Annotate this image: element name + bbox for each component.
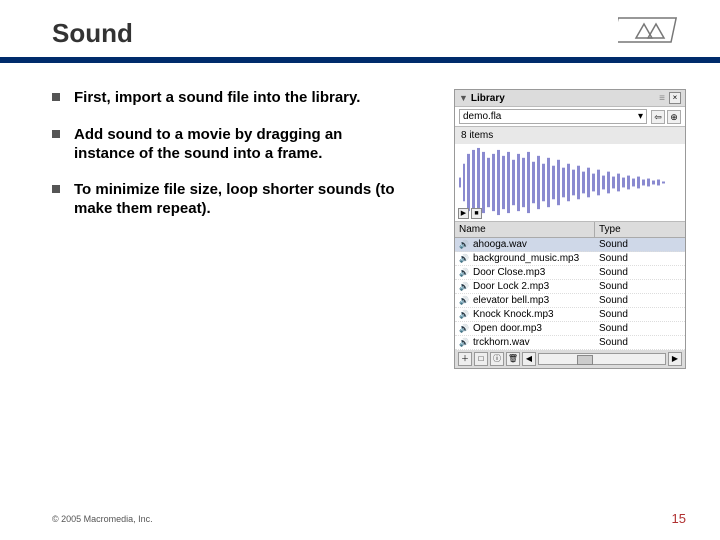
document-name: demo.fla: [463, 111, 501, 122]
sound-icon: 🔊: [455, 296, 473, 305]
sound-icon: 🔊: [455, 254, 473, 263]
page-number: 15: [672, 511, 686, 526]
close-icon[interactable]: ×: [669, 92, 681, 104]
item-type: Sound: [595, 253, 685, 264]
library-panel: ▼ Library ≡ × demo.fla ▾ ⇦ ⊕ 8 items: [454, 89, 686, 369]
library-item[interactable]: 🔊elevator bell.mp3Sound: [455, 294, 685, 308]
item-type: Sound: [595, 239, 685, 250]
column-headers[interactable]: Name Type: [455, 222, 685, 238]
delete-button[interactable]: 🗑: [506, 352, 520, 366]
item-type: Sound: [595, 267, 685, 278]
column-type[interactable]: Type: [595, 222, 685, 237]
item-type: Sound: [595, 281, 685, 292]
waveform-preview: ▶ ■: [455, 144, 685, 222]
item-type: Sound: [595, 309, 685, 320]
library-item[interactable]: 🔊Door Close.mp3Sound: [455, 266, 685, 280]
sound-icon: 🔊: [455, 282, 473, 291]
item-type: Sound: [595, 323, 685, 334]
item-name: Open door.mp3: [473, 323, 595, 334]
sound-icon: 🔊: [455, 324, 473, 333]
bullet-icon: [52, 93, 60, 101]
disclosure-triangle-icon[interactable]: ▼: [459, 93, 468, 103]
nav-prev-button[interactable]: ⇦: [651, 110, 665, 124]
document-select[interactable]: demo.fla ▾: [459, 109, 647, 124]
item-name: background_music.mp3: [473, 253, 595, 264]
panel-title: Library: [471, 93, 659, 104]
item-type: Sound: [595, 295, 685, 306]
list-item: To minimize file size, loop shorter soun…: [52, 181, 400, 219]
library-item[interactable]: 🔊trckhorn.wavSound: [455, 336, 685, 350]
library-item[interactable]: 🔊ahooga.wavSound: [455, 238, 685, 252]
item-name: Door Close.mp3: [473, 267, 595, 278]
chevron-down-icon: ▾: [638, 111, 643, 122]
item-name: ahooga.wav: [473, 239, 595, 250]
bullet-text: First, import a sound file into the libr…: [74, 89, 360, 108]
item-name: elevator bell.mp3: [473, 295, 595, 306]
item-type: Sound: [595, 337, 685, 348]
library-item[interactable]: 🔊Door Lock 2.mp3Sound: [455, 280, 685, 294]
pin-button[interactable]: ⊕: [667, 110, 681, 124]
sound-icon: 🔊: [455, 310, 473, 319]
play-button[interactable]: ▶: [458, 208, 469, 219]
new-symbol-button[interactable]: ＋: [458, 352, 472, 366]
item-name: Door Lock 2.mp3: [473, 281, 595, 292]
panel-menu-icon[interactable]: ≡: [659, 93, 665, 104]
properties-button[interactable]: ⓘ: [490, 352, 504, 366]
library-item[interactable]: 🔊background_music.mp3Sound: [455, 252, 685, 266]
scroll-left-button[interactable]: ◀: [522, 352, 536, 366]
library-item[interactable]: 🔊Knock Knock.mp3Sound: [455, 308, 685, 322]
item-name: Knock Knock.mp3: [473, 309, 595, 320]
copyright-text: © 2005 Macromedia, Inc.: [52, 514, 153, 524]
item-count-label: 8 items: [455, 127, 685, 144]
sound-icon: 🔊: [455, 240, 473, 249]
list-item: First, import a sound file into the libr…: [52, 89, 400, 108]
stop-button[interactable]: ■: [471, 208, 482, 219]
bullet-list: First, import a sound file into the libr…: [52, 89, 412, 369]
column-name[interactable]: Name: [455, 222, 595, 237]
item-name: trckhorn.wav: [473, 337, 595, 348]
new-folder-button[interactable]: □: [474, 352, 488, 366]
sound-icon: 🔊: [455, 338, 473, 347]
library-item-list: 🔊ahooga.wavSound 🔊background_music.mp3So…: [455, 238, 685, 350]
bullet-icon: [52, 130, 60, 138]
bullet-icon: [52, 185, 60, 193]
library-item[interactable]: 🔊Open door.mp3Sound: [455, 322, 685, 336]
horizontal-scrollbar[interactable]: [538, 353, 666, 365]
bullet-text: Add sound to a movie by dragging an inst…: [74, 126, 400, 164]
bullet-text: To minimize file size, loop shorter soun…: [74, 181, 400, 219]
sound-icon: 🔊: [455, 268, 473, 277]
scroll-right-button[interactable]: ▶: [668, 352, 682, 366]
macromedia-logo-icon: [618, 14, 678, 51]
list-item: Add sound to a movie by dragging an inst…: [52, 126, 400, 164]
